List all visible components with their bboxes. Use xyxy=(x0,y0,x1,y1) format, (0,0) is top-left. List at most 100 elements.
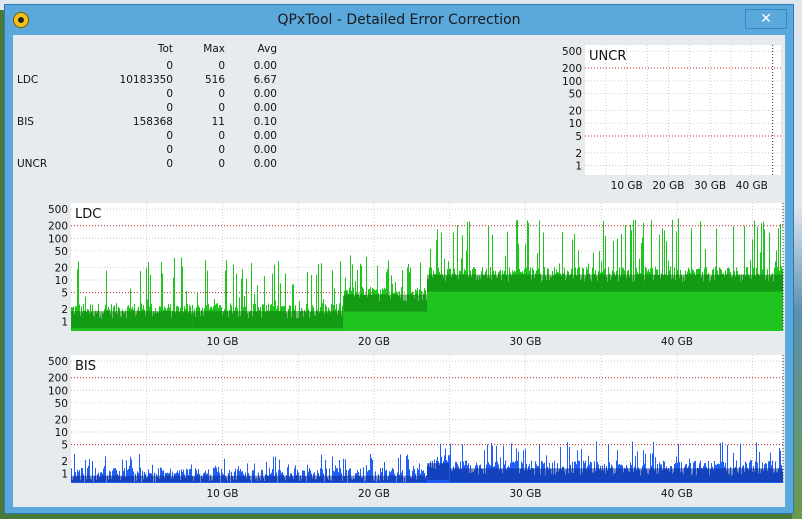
data-bar xyxy=(277,482,278,483)
stats-row-label: BIS xyxy=(17,116,34,128)
uncr-chart: 500 20010050 20105 21 10 GB 20 GB 30 GB 40 GB UN… xyxy=(562,45,781,192)
y-tick-label: 500 xyxy=(48,204,68,216)
ldc-chart-panel: 500 200 100 50 20 10 5 2 1 10 GB 20 GB 30 GB 40 GB LD… xyxy=(35,199,785,349)
stats-row: 0 0 0.00 xyxy=(17,144,277,158)
y-tick-label: 1 xyxy=(575,161,582,173)
data-bar xyxy=(750,259,751,331)
y-tick-label: 5 xyxy=(575,131,582,143)
y-tick-label: 10 xyxy=(55,275,68,287)
data-band xyxy=(427,463,450,481)
stats-row-bis: BIS 158368 11 0.10 xyxy=(17,116,277,130)
y-tick-label: 1 xyxy=(61,317,68,329)
stats-row-avg: 0.00 xyxy=(253,60,277,72)
stats-row-tot: 0 xyxy=(166,88,173,100)
y-tick-label: 100 xyxy=(48,385,68,397)
y-tick-label: 200 xyxy=(48,373,68,385)
data-bar xyxy=(220,482,221,483)
stats-row-max: 0 xyxy=(218,60,225,72)
y-tick-label: 20 xyxy=(55,262,68,274)
data-bar xyxy=(461,258,462,331)
data-bar xyxy=(775,261,776,331)
data-bar xyxy=(444,258,445,331)
x-tick-label: 20 GB xyxy=(358,488,390,500)
x-tick-label: 10 GB xyxy=(206,488,238,500)
y-tick-label: 20 xyxy=(569,105,582,117)
plot-area xyxy=(585,45,781,175)
stats-row-avg: 0.10 xyxy=(253,116,277,128)
y-tick-label: 5 xyxy=(61,440,68,452)
y-tick-label: 500 xyxy=(48,356,68,368)
x-tick-label: 10 GB xyxy=(611,180,643,192)
data-bar xyxy=(376,481,377,483)
stats-table: Tot Max Avg 0 0 0.00 LDC 10183350 516 6.… xyxy=(17,39,277,177)
error-correction-window: QPxTool - Detailed Error Correction ✕ To… xyxy=(4,4,794,514)
stats-header-row: Tot Max Avg xyxy=(17,43,277,57)
data-bar xyxy=(366,256,367,331)
stats-row: 0 0 0.00 xyxy=(17,130,277,144)
stats-row: 0 0 0.00 xyxy=(17,60,277,74)
y-tick-label: 2 xyxy=(575,148,582,160)
chart-title: LDC xyxy=(75,207,101,222)
data-bar xyxy=(106,482,107,483)
x-tick-label: 30 GB xyxy=(694,180,726,192)
x-tick-label: 20 GB xyxy=(358,336,390,348)
bis-chart: 500 20010050 20105 21 10 GB 20 GB 30 GB 40 GB BI… xyxy=(48,355,784,500)
data-band xyxy=(71,311,193,329)
y-tick-label: 5 xyxy=(61,288,68,300)
data-bar xyxy=(405,481,406,483)
stats-row: 0 0 0.00 xyxy=(17,88,277,102)
stats-row-tot: 0 xyxy=(166,144,173,156)
y-tick-label: 1 xyxy=(61,469,68,481)
data-bar xyxy=(668,260,669,331)
stats-row-tot: 0 xyxy=(166,60,173,72)
y-tick-label: 10 xyxy=(569,118,582,130)
x-tick-label: 40 GB xyxy=(661,488,693,500)
data-bar xyxy=(588,263,589,331)
stats-header-tot: Tot xyxy=(157,43,173,55)
chart-title: UNCR xyxy=(589,49,626,64)
data-band xyxy=(343,294,427,312)
stats-row-tot: 0 xyxy=(166,102,173,114)
data-bar xyxy=(505,256,506,331)
client-area: Tot Max Avg 0 0 0.00 LDC 10183350 516 6.… xyxy=(13,35,785,507)
stats-row-avg: 6.67 xyxy=(253,74,277,86)
stats-row-label: LDC xyxy=(17,74,39,86)
data-bar xyxy=(155,482,156,483)
stats-row-avg: 0.00 xyxy=(253,102,277,114)
data-bar xyxy=(230,482,231,483)
data-bar xyxy=(593,252,594,331)
x-tick-label: 30 GB xyxy=(509,336,541,348)
data-band xyxy=(449,468,783,483)
data-bar xyxy=(448,261,449,331)
stats-row-max: 0 xyxy=(218,144,225,156)
bis-chart-panel: 500 200 100 50 20 10 5 2 1 10 GB 20 GB 30 GB 40 GB BI… xyxy=(35,351,785,501)
data-bar xyxy=(134,481,135,483)
x-tick-label: 40 GB xyxy=(736,180,768,192)
y-tick-label: 200 xyxy=(48,221,68,233)
stats-row-avg: 0.00 xyxy=(253,144,277,156)
stats-row-uncr: UNCR 0 0 0.00 xyxy=(17,158,277,172)
y-tick-label: 10 xyxy=(55,427,68,439)
x-tick-label: 10 GB xyxy=(206,336,238,348)
data-bar xyxy=(350,255,351,331)
data-bar xyxy=(347,482,348,483)
close-button[interactable]: ✕ xyxy=(745,9,787,29)
title-bar[interactable]: QPxTool - Detailed Error Correction ✕ xyxy=(5,5,793,35)
y-tick-label: 50 xyxy=(569,89,582,101)
data-band xyxy=(427,274,783,292)
x-tick-label: 20 GB xyxy=(652,180,684,192)
y-tick-label: 50 xyxy=(55,246,68,258)
stats-header-avg: Avg xyxy=(257,43,277,55)
uncr-chart-panel: 500 200 100 50 20 10 5 2 1 10 GB 20 GB 30 GB 40 GB UN… xyxy=(547,41,783,197)
stats-row-tot: 10183350 xyxy=(119,74,173,86)
data-bar xyxy=(639,258,640,331)
stats-row-max: 11 xyxy=(211,116,225,128)
stats-row-label: UNCR xyxy=(17,158,48,170)
data-bar xyxy=(403,482,404,483)
stats-row-avg: 0.00 xyxy=(253,88,277,100)
y-tick-label: 100 xyxy=(48,233,68,245)
y-tick-label: 20 xyxy=(55,414,68,426)
stats-row-max: 516 xyxy=(204,74,225,86)
data-bar xyxy=(141,482,142,483)
data-bar xyxy=(559,263,560,331)
